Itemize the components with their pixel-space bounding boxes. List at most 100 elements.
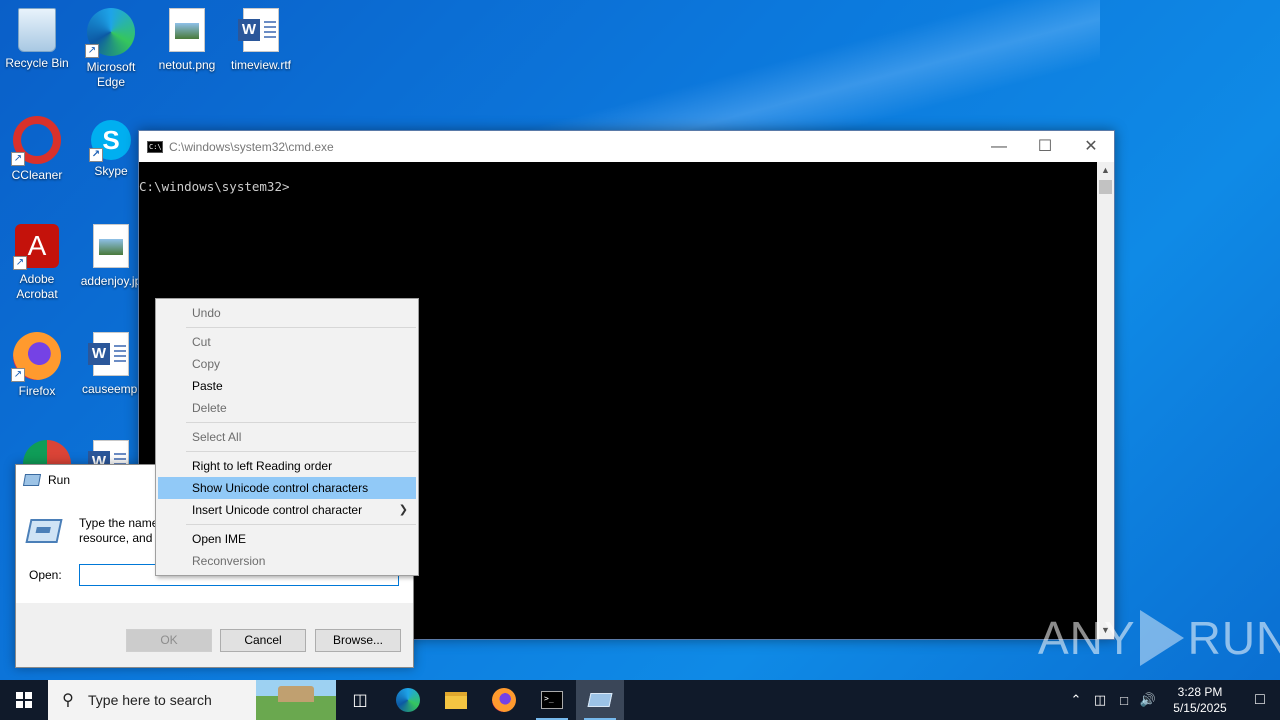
cmd-prompt: C:\windows\system32> [139,179,290,194]
clock[interactable]: 3:28 PM 5/15/2025 [1160,684,1240,716]
run-title: Run [48,473,71,487]
menu-item-paste[interactable]: Paste [158,375,416,397]
run-icon [587,693,613,707]
cancel-button[interactable]: Cancel [220,629,306,652]
menu-separator [186,327,416,328]
taskbar-search-box[interactable]: ⚲ Type here to search [48,680,336,720]
menu-separator [186,422,416,423]
close-button[interactable]: ✕ [1068,131,1114,162]
anyrun-watermark: ANY RUN [1038,610,1280,666]
windows-logo-icon [16,692,32,708]
taskbar-firefox-button[interactable] [480,680,528,720]
menu-item-copy[interactable]: Copy [158,353,416,375]
desktop-icon-netout-png[interactable]: netout.png [152,8,222,73]
cmd-app-icon: C:\ [147,140,163,153]
acrobat-icon: A ↗ [13,224,59,270]
taskbar-edge-button[interactable] [384,680,432,720]
run-footer: OK Cancel Browse... [16,603,413,667]
desktop-icon-firefox[interactable]: ↗ Firefox [2,332,72,399]
menu-separator [186,524,416,525]
start-button[interactable] [0,680,48,720]
maximize-button[interactable]: ☐ [1022,131,1068,162]
scroll-thumb[interactable] [1099,180,1112,194]
desktop-icon-ccleaner[interactable]: ↗ CCleaner [2,116,72,183]
menu-item-undo[interactable]: Undo [158,302,416,324]
clock-time: 3:28 PM [1177,685,1223,699]
search-placeholder: Type here to search [88,692,212,708]
desktop-icon-label: CCleaner [11,168,63,182]
word-doc-icon: W [88,332,129,376]
shortcut-arrow-icon: ↗ [85,44,99,58]
shortcut-arrow-icon: ↗ [11,152,25,166]
desktop-icon-label: Recycle Bin [5,56,69,70]
volume-icon[interactable]: 🔊 [1136,692,1160,708]
task-view-button[interactable]: ◫ [336,680,384,720]
image-file-icon [169,8,205,52]
run-app-icon [22,474,42,486]
ok-button[interactable]: OK [126,629,212,652]
desktop-icon-label: Firefox [18,384,56,398]
clock-date: 5/15/2025 [1173,701,1227,715]
task-view-icon: ◫ [352,692,368,709]
network-icon[interactable]: □ [1112,693,1136,708]
menu-item-rtl-reading-order[interactable]: Right to left Reading order [158,455,416,477]
menu-item-delete[interactable]: Delete [158,397,416,419]
context-menu[interactable]: Undo Cut Copy Paste Delete Select All Ri… [155,298,419,576]
desktop-icon-adobe-acrobat[interactable]: A ↗ Adobe Acrobat [2,224,72,302]
ccleaner-icon: ↗ [11,116,61,166]
taskbar-run-button[interactable] [576,680,624,720]
image-file-icon [93,224,129,268]
desktop-icon-skype[interactable]: S ↗ Skype [76,116,146,179]
desktop-icon-label: addenjoy.jp [80,274,142,288]
chevron-up-icon[interactable]: ⌃ [1064,692,1088,708]
menu-item-reconversion[interactable]: Reconversion [158,550,416,572]
watermark-text-right: RUN [1187,612,1280,664]
chevron-right-icon: ❯ [398,504,408,516]
recycle-bin-icon [18,8,56,52]
desktop-icon-microsoft-edge[interactable]: ↗ Microsoft Edge [76,8,146,90]
firefox-icon [492,688,516,712]
cmd-title: C:\windows\system32\cmd.exe [169,139,334,154]
shortcut-arrow-icon: ↗ [89,148,103,162]
desktop-icon-label: Skype [94,164,128,178]
browse-button[interactable]: Browse... [315,629,401,652]
cmd-scrollbar[interactable]: ▲ ▼ [1097,162,1114,639]
minimize-button[interactable]: — [976,131,1022,162]
cmd-titlebar[interactable]: C:\ C:\windows\system32\cmd.exe — ☐ ✕ [139,131,1114,162]
run-program-icon [25,519,63,543]
taskbar: ⚲ Type here to search ◫ >_ ⌃ ◫ □ 🔊 3:28 … [0,680,1280,720]
menu-item-label: Insert Unicode control character [192,503,363,517]
desktop-icon-causeempl[interactable]: W causeempl [76,332,146,397]
menu-item-show-unicode-control[interactable]: Show Unicode control characters [158,477,416,499]
menu-item-select-all[interactable]: Select All [158,426,416,448]
cmd-icon: >_ [541,691,563,709]
search-icon: ⚲ [62,692,74,709]
desktop-icon-recycle-bin[interactable]: Recycle Bin [2,8,72,71]
menu-item-insert-unicode-control[interactable]: Insert Unicode control character ❯ [158,499,416,521]
menu-item-cut[interactable]: Cut [158,331,416,353]
firefox-icon: ↗ [11,332,61,382]
play-icon [1139,610,1184,666]
system-tray: ⌃ ◫ □ 🔊 3:28 PM 5/15/2025 □ [1064,680,1280,720]
desktop-icon-label: causeempl [81,382,141,396]
taskbar-cmd-button[interactable]: >_ [528,680,576,720]
notification-icon[interactable]: □ [1240,691,1280,709]
folder-icon [445,691,467,709]
skype-icon: S ↗ [89,120,131,162]
desktop-icon-addenjoy[interactable]: addenjoy.jp [76,224,146,289]
shortcut-arrow-icon: ↗ [13,256,27,270]
edge-icon: ↗ [85,8,135,58]
taskbar-explorer-button[interactable] [432,680,480,720]
people-icon[interactable]: ◫ [1088,692,1112,708]
desktop-icon-label: timeview.rtf [230,58,291,72]
menu-separator [186,451,416,452]
search-highlight-image [256,680,336,720]
scroll-up-icon[interactable]: ▲ [1097,162,1114,179]
desktop-icon-label: Adobe Acrobat [16,272,58,301]
menu-item-open-ime[interactable]: Open IME [158,528,416,550]
desktop-icon-label: Microsoft Edge [86,60,136,89]
desktop-icon-timeview-rtf[interactable]: W timeview.rtf [226,8,296,73]
watermark-text-left: ANY [1038,612,1136,664]
shortcut-arrow-icon: ↗ [11,368,25,382]
open-label: Open: [29,568,62,582]
